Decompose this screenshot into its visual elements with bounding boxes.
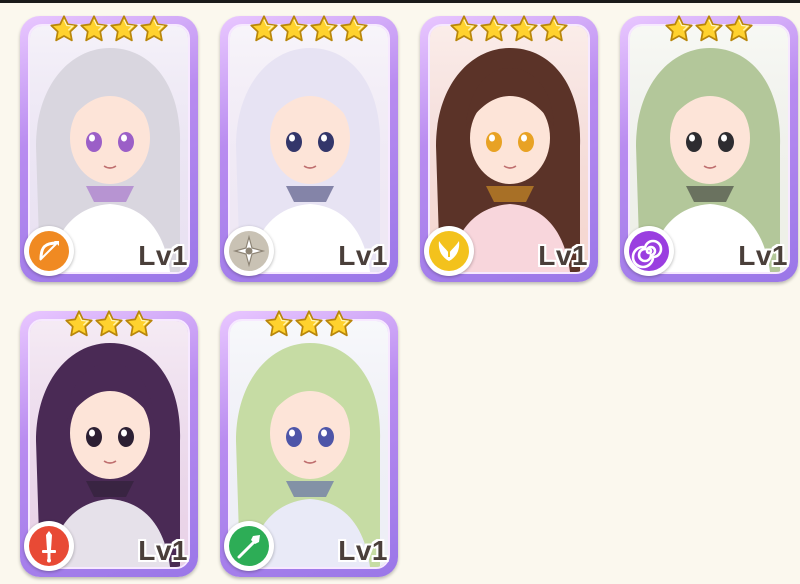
star-icon <box>724 14 754 44</box>
star-icon <box>264 309 294 339</box>
star-icon <box>124 309 154 339</box>
character-card[interactable]: Lv1 <box>620 14 798 282</box>
wings-icon <box>429 231 469 271</box>
star-icon <box>49 14 79 44</box>
level-label: Lv1 <box>138 535 188 566</box>
star-rating <box>20 309 198 339</box>
character-card[interactable]: Lv1 <box>20 309 198 577</box>
star-icon <box>339 14 369 44</box>
character-card[interactable]: Lv1 <box>20 14 198 282</box>
star-icon <box>79 14 109 44</box>
element-badge <box>224 226 274 276</box>
star-icon <box>539 14 569 44</box>
star-icon <box>664 14 694 44</box>
star-icon <box>449 14 479 44</box>
character-card[interactable]: Lv1 <box>220 14 398 282</box>
level-label: Lv1 <box>338 535 388 566</box>
star-icon <box>479 14 509 44</box>
level-label: Lv1 <box>738 240 788 271</box>
star-icon <box>509 14 539 44</box>
element-badge <box>224 521 274 571</box>
star-icon <box>309 14 339 44</box>
spear-icon <box>229 526 269 566</box>
character-card[interactable]: Lv1 <box>220 309 398 577</box>
level-label: Lv1 <box>138 240 188 271</box>
star-icon <box>139 14 169 44</box>
star-rating <box>20 14 198 44</box>
star-rating <box>620 14 798 44</box>
star-icon <box>324 309 354 339</box>
star-icon <box>294 309 324 339</box>
level-label: Lv1 <box>338 240 388 271</box>
element-badge <box>424 226 474 276</box>
star-icon <box>109 14 139 44</box>
spiral-icon <box>629 231 669 271</box>
element-badge <box>24 521 74 571</box>
star-rating <box>220 309 398 339</box>
bow-icon <box>29 231 69 271</box>
element-badge <box>24 226 74 276</box>
star-icon <box>249 14 279 44</box>
level-label: Lv1 <box>538 240 588 271</box>
compass-star-icon <box>229 231 269 271</box>
character-card[interactable]: Lv1 <box>420 14 598 282</box>
star-icon <box>694 14 724 44</box>
top-border <box>0 0 800 3</box>
sword-icon <box>29 526 69 566</box>
star-icon <box>64 309 94 339</box>
element-badge <box>624 226 674 276</box>
star-icon <box>279 14 309 44</box>
star-icon <box>94 309 124 339</box>
star-rating <box>420 14 598 44</box>
star-rating <box>220 14 398 44</box>
